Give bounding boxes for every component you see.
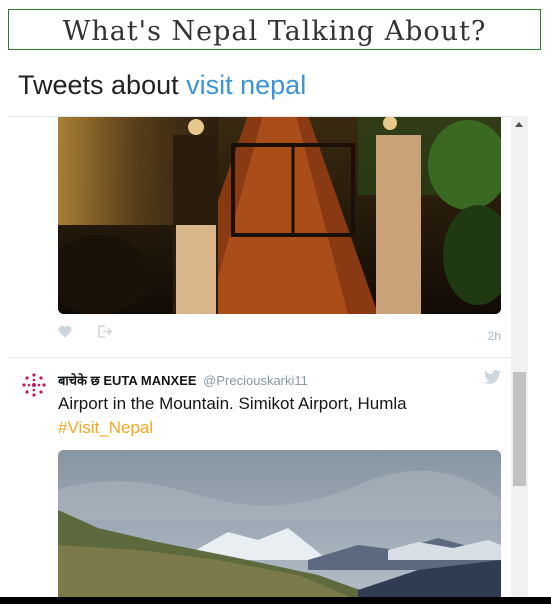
tweet-photo-bridge[interactable] xyxy=(58,117,501,314)
tweet-body: Airport in the Mountain. Simikot Airport… xyxy=(58,394,407,413)
tweet-divider xyxy=(8,357,511,358)
avatar-icon[interactable] xyxy=(21,372,47,398)
bottom-edge xyxy=(0,597,551,604)
tweet-hashtag-link[interactable]: #Visit_Nepal xyxy=(58,416,498,440)
timeline-search-query-link[interactable]: visit nepal xyxy=(186,70,306,100)
author-display-name[interactable]: बाचेके छ EUTA MANXEE xyxy=(58,373,197,388)
tweet-actions: 2h xyxy=(58,325,501,345)
author-handle[interactable]: @Preciouskarki11 xyxy=(203,373,308,388)
timeline-scrollbar[interactable] xyxy=(511,116,528,604)
timeline-title: Tweets about visit nepal xyxy=(18,70,306,101)
tweet-photo-mountains[interactable] xyxy=(58,450,501,604)
share-icon[interactable] xyxy=(98,325,113,343)
tweet-author[interactable]: बाचेके छ EUTA MANXEE @Preciouskarki11 xyxy=(58,371,308,389)
tweet-text: Airport in the Mountain. Simikot Airport… xyxy=(58,392,498,440)
timeline-title-prefix: Tweets about xyxy=(18,70,179,100)
heart-icon[interactable] xyxy=(58,325,72,343)
page-title: What's Nepal Talking About? xyxy=(62,16,487,47)
page-header: What's Nepal Talking About? xyxy=(8,9,541,50)
scrollbar-thumb[interactable] xyxy=(513,372,526,486)
tweet-timeline[interactable]: 2h बाचेके छ EUTA MANXEE @Preciouskarki11… xyxy=(8,116,511,604)
twitter-bird-icon[interactable] xyxy=(484,370,501,389)
scroll-up-arrow-icon[interactable] xyxy=(515,122,523,127)
tweet-timestamp[interactable]: 2h xyxy=(488,329,501,343)
